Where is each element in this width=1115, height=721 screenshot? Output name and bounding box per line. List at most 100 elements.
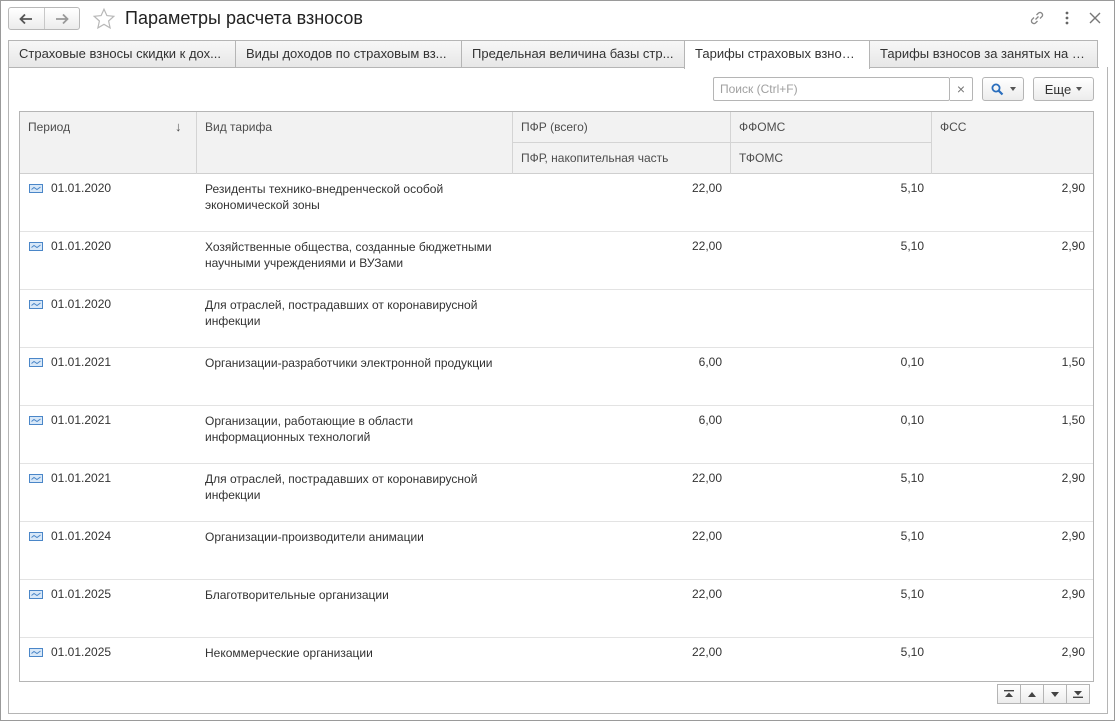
row-period: 01.01.2020 bbox=[51, 239, 112, 253]
row-period: 01.01.2020 bbox=[51, 181, 112, 195]
tab-insurance-tariffs[interactable]: Тарифы страховых взносов bbox=[684, 40, 870, 69]
row-kind: Организации-разработчики электронной про… bbox=[205, 356, 493, 370]
table-row[interactable]: 01.01.2020 Хозяйственные общества, созда… bbox=[20, 232, 1093, 290]
tariffs-table: Период ↓ Вид тарифа ПФР (всего) ПФР, нак… bbox=[19, 111, 1094, 682]
table-row[interactable]: 01.01.2021 Организации, работающие в обл… bbox=[20, 406, 1093, 464]
row-period: 01.01.2020 bbox=[51, 297, 112, 311]
row-kind: Организации, работающие в области информ… bbox=[205, 414, 414, 444]
row-fss: 1,50 bbox=[1061, 355, 1085, 369]
more-actions-button[interactable]: Еще bbox=[1033, 77, 1094, 101]
navigation-buttons bbox=[8, 7, 80, 30]
table-row[interactable]: 01.01.2020 Для отраслей, пострадавших от… bbox=[20, 290, 1093, 348]
close-icon[interactable] bbox=[1086, 9, 1104, 27]
header-fss: ФСС bbox=[940, 120, 967, 134]
forward-button[interactable] bbox=[43, 8, 80, 29]
search-input[interactable] bbox=[714, 78, 949, 100]
tab-income-types[interactable]: Виды доходов по страховым вз... bbox=[235, 40, 462, 68]
scroll-up-button[interactable] bbox=[1020, 684, 1044, 704]
header-period: Период bbox=[28, 120, 71, 134]
row-kind: Для отраслей, пострадавших от коронавиру… bbox=[205, 472, 478, 502]
chevron-down-icon bbox=[1009, 87, 1016, 91]
table-scroll-controls bbox=[997, 684, 1090, 704]
scroll-to-bottom-button[interactable] bbox=[1066, 684, 1090, 704]
record-icon bbox=[29, 242, 43, 251]
record-icon bbox=[29, 416, 43, 425]
more-vertical-icon[interactable] bbox=[1061, 9, 1073, 27]
row-period: 01.01.2025 bbox=[51, 645, 112, 659]
row-ffoms: 0,10 bbox=[900, 355, 924, 369]
more-actions-label: Еще bbox=[1044, 81, 1072, 97]
tab-insurance-discounts[interactable]: Страховые взносы скидки к дох... bbox=[8, 40, 236, 68]
page-title: Параметры расчета взносов bbox=[125, 8, 363, 28]
record-icon bbox=[29, 184, 43, 193]
tab-bar: Страховые взносы скидки к дох... Виды до… bbox=[8, 40, 1108, 69]
row-ffoms: 5,10 bbox=[900, 587, 924, 601]
arrow-bottom-icon bbox=[1073, 691, 1083, 698]
arrow-left-icon bbox=[19, 13, 33, 24]
record-icon bbox=[29, 648, 43, 657]
table-row[interactable]: 01.01.2025 Благотворительные организации… bbox=[20, 580, 1093, 638]
row-fss: 2,90 bbox=[1061, 471, 1085, 485]
triangle-down-icon bbox=[1051, 691, 1059, 697]
row-fss: 2,90 bbox=[1061, 645, 1085, 659]
tab-base-limit[interactable]: Предельная величина базы стр... bbox=[461, 40, 685, 68]
table-row[interactable]: 01.01.2020 Резиденты технико-внедренческ… bbox=[20, 174, 1093, 232]
row-period: 01.01.2021 bbox=[51, 355, 112, 369]
row-fss: 2,90 bbox=[1061, 239, 1085, 253]
sort-descending-icon: ↓ bbox=[175, 119, 182, 134]
row-kind: Благотворительные организации bbox=[205, 588, 389, 602]
row-pfr: 6,00 bbox=[698, 355, 722, 369]
row-fss: 2,90 bbox=[1061, 181, 1085, 195]
table-row[interactable]: 01.01.2021 Организации-разработчики элек… bbox=[20, 348, 1093, 406]
row-ffoms: 5,10 bbox=[900, 239, 924, 253]
table-row[interactable]: 01.01.2024 Организации-производители ани… bbox=[20, 522, 1093, 580]
row-ffoms: 5,10 bbox=[900, 529, 924, 543]
row-ffoms: 0,10 bbox=[900, 413, 924, 427]
link-icon[interactable] bbox=[1028, 9, 1046, 27]
row-fss: 2,90 bbox=[1061, 587, 1085, 601]
row-kind: Для отраслей, пострадавших от коронавиру… bbox=[205, 298, 478, 328]
table-row[interactable]: 01.01.2025 Некоммерческие организации 22… bbox=[20, 638, 1093, 681]
arrow-right-icon bbox=[55, 13, 69, 24]
row-pfr: 6,00 bbox=[698, 413, 722, 427]
triangle-up-icon bbox=[1028, 691, 1036, 697]
scroll-down-button[interactable] bbox=[1043, 684, 1067, 704]
row-pfr: 22,00 bbox=[691, 587, 722, 601]
arrow-top-icon bbox=[1004, 690, 1014, 697]
record-icon bbox=[29, 590, 43, 599]
search-clear-button[interactable]: × bbox=[950, 77, 973, 101]
back-button[interactable] bbox=[9, 8, 44, 29]
search-field[interactable] bbox=[713, 77, 950, 101]
row-kind: Хозяйственные общества, созданные бюджет… bbox=[205, 240, 492, 270]
record-icon bbox=[29, 474, 43, 483]
record-icon bbox=[29, 358, 43, 367]
magnifier-icon bbox=[991, 83, 1003, 95]
row-ffoms: 5,10 bbox=[900, 645, 924, 659]
row-ffoms: 5,10 bbox=[900, 471, 924, 485]
row-kind: Некоммерческие организации bbox=[205, 646, 373, 660]
header-pfr-total: ПФР (всего) bbox=[521, 120, 588, 134]
row-period: 01.01.2024 bbox=[51, 529, 112, 543]
search-options-button[interactable] bbox=[982, 77, 1024, 101]
row-kind: Резиденты технико-внедренческой особой э… bbox=[205, 182, 444, 212]
record-icon bbox=[29, 532, 43, 541]
form-window: Параметры расчета взносов Страховые взно… bbox=[0, 0, 1115, 721]
row-pfr: 22,00 bbox=[691, 239, 722, 253]
header-pfr-funded: ПФР, накопительная часть bbox=[521, 151, 669, 165]
clear-icon: × bbox=[956, 81, 966, 97]
scroll-to-top-button[interactable] bbox=[997, 684, 1021, 704]
chevron-down-icon bbox=[1076, 87, 1083, 91]
table-header: Период ↓ Вид тарифа ПФР (всего) ПФР, нак… bbox=[20, 112, 1093, 174]
row-pfr: 22,00 bbox=[691, 645, 722, 659]
row-kind: Организации-производители анимации bbox=[205, 530, 424, 544]
table-row[interactable]: 01.01.2021 Для отраслей, пострадавших от… bbox=[20, 464, 1093, 522]
tab-employed-tariffs[interactable]: Тарифы взносов за занятых на р... bbox=[869, 40, 1098, 68]
title-bar: Параметры расчета взносов bbox=[1, 1, 1114, 39]
row-period: 01.01.2021 bbox=[51, 413, 112, 427]
header-tfoms: ТФОМС bbox=[739, 151, 784, 165]
favorite-star-icon[interactable] bbox=[92, 7, 116, 31]
header-ffoms: ФФОМС bbox=[739, 120, 786, 134]
row-pfr: 22,00 bbox=[691, 181, 722, 195]
row-fss: 2,90 bbox=[1061, 529, 1085, 543]
row-period: 01.01.2021 bbox=[51, 471, 112, 485]
